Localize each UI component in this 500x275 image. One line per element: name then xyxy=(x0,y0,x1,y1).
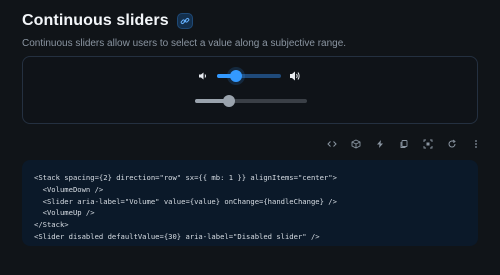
volume-down-icon xyxy=(197,70,209,82)
anchor-link-button[interactable] xyxy=(176,13,193,29)
disabled-slider-thumb xyxy=(222,95,235,107)
page-title: Continuous sliders xyxy=(22,12,169,29)
lightning-icon xyxy=(377,140,383,148)
sandbox-icon xyxy=(351,139,361,149)
code-line-4: <VolumeUp /> xyxy=(34,208,95,218)
focus-demo-button[interactable] xyxy=(416,136,440,152)
demo-toolbar xyxy=(320,136,488,152)
volume-slider-thumb[interactable] xyxy=(230,70,243,82)
code-line-1: <Stack spacing={2} direction="row" sx={{… xyxy=(34,173,337,182)
show-code-button[interactable] xyxy=(320,136,344,152)
code-block: <Stack spacing={2} direction="row" sx={{… xyxy=(22,160,478,246)
title-row: Continuous sliders xyxy=(22,12,346,30)
open-stackblitz-button[interactable] xyxy=(368,136,392,152)
demo-panel xyxy=(22,56,478,124)
link-icon xyxy=(180,17,190,25)
reset-icon xyxy=(448,139,456,148)
code-icon xyxy=(327,141,337,147)
disabled-slider xyxy=(195,95,307,107)
code-line-5: </Stack> xyxy=(34,220,69,230)
volume-slider[interactable] xyxy=(217,70,281,82)
code-line-2: <VolumeDown /> xyxy=(34,184,104,194)
page-subtitle: Continuous sliders allow users to select… xyxy=(22,38,347,49)
copy-icon xyxy=(400,140,408,148)
more-options-button[interactable] xyxy=(464,136,488,152)
volume-row xyxy=(197,70,301,82)
more-icon xyxy=(475,140,477,148)
focus-icon xyxy=(423,139,433,149)
header: Continuous sliders Continuous sliders al… xyxy=(22,12,346,49)
reset-demo-button[interactable] xyxy=(440,136,464,152)
open-sandbox-button[interactable] xyxy=(344,136,368,152)
code-line-3: <Slider aria-label="Volume" value={value… xyxy=(34,196,337,206)
volume-up-icon xyxy=(289,70,301,82)
copy-source-button[interactable] xyxy=(392,136,416,152)
code-line-6: <Slider disabled defaultValue={30} aria-… xyxy=(34,231,320,241)
